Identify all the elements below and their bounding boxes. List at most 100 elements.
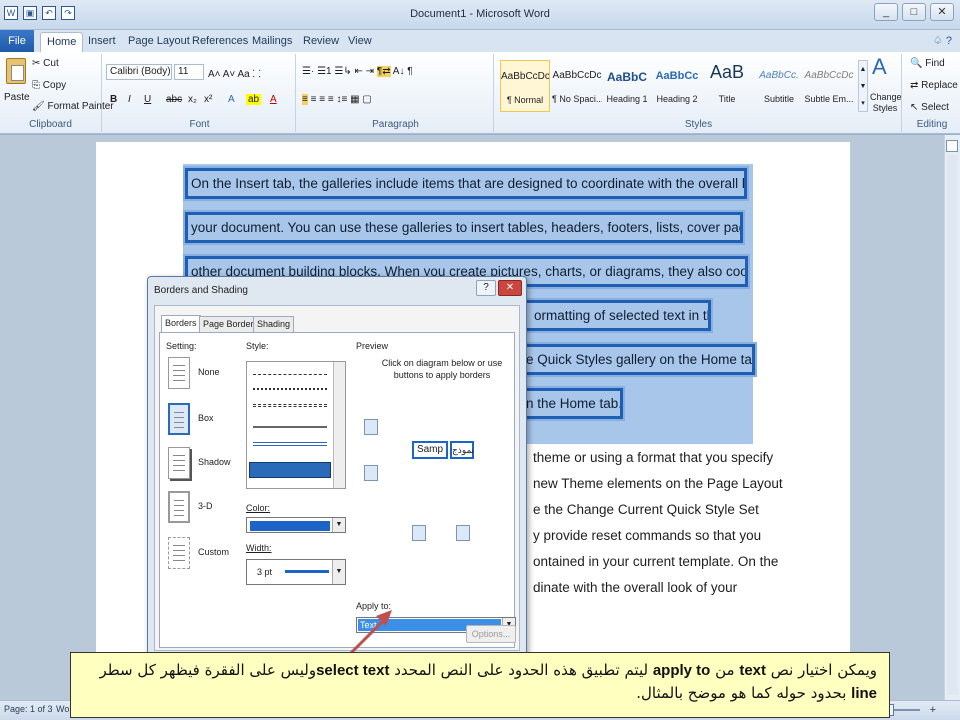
subscript-button[interactable]: x₂ bbox=[188, 94, 197, 105]
font-size-combo[interactable]: 11 bbox=[174, 64, 204, 80]
text-effects-button[interactable]: A bbox=[228, 94, 235, 105]
border-color-select[interactable]: ▼ bbox=[246, 517, 346, 533]
tab-page-layout[interactable]: Page Layout bbox=[122, 32, 196, 52]
style-name: Title bbox=[718, 94, 736, 104]
tab-file[interactable]: File bbox=[0, 30, 34, 52]
color-swatch bbox=[250, 521, 330, 531]
copy-label: Copy bbox=[42, 80, 67, 91]
select-button[interactable]: ↖ Select bbox=[910, 102, 949, 113]
annotation-arrow bbox=[346, 610, 392, 658]
highlight-icon[interactable]: ab bbox=[246, 94, 262, 105]
dialog-help-button[interactable]: ? bbox=[476, 280, 496, 296]
body-text-line: new Theme elements on the Page Layout bbox=[533, 476, 783, 491]
cut-button[interactable]: ✂ Cut bbox=[32, 58, 59, 69]
style-title[interactable]: AaB Title bbox=[702, 60, 752, 112]
tab-page-border[interactable]: Page Border bbox=[199, 316, 258, 332]
style-heading-2[interactable]: AaBbCc Heading 2 bbox=[652, 60, 702, 112]
scrollbar-thumb[interactable] bbox=[947, 155, 958, 695]
paste-icon[interactable] bbox=[6, 58, 26, 84]
setting-box-label[interactable]: Box bbox=[198, 413, 214, 423]
view-ruler-icon[interactable] bbox=[946, 140, 958, 152]
border-style-dashed[interactable] bbox=[253, 374, 327, 375]
border-style-double-dash[interactable] bbox=[253, 404, 327, 407]
strikethrough-button[interactable]: abc bbox=[166, 94, 182, 105]
setting-shadow-label[interactable]: Shadow bbox=[198, 457, 231, 467]
style-list-scrollbar[interactable] bbox=[333, 362, 345, 488]
tab-mailings[interactable]: Mailings bbox=[246, 32, 298, 52]
tab-home[interactable]: Home bbox=[40, 32, 84, 52]
font-name-combo[interactable]: Calibri (Body) bbox=[106, 64, 172, 80]
bottom-border-button[interactable] bbox=[364, 465, 378, 481]
style-sample: AaBbCcDc bbox=[804, 70, 854, 81]
border-style-double[interactable] bbox=[253, 442, 327, 446]
preview-sample[interactable]: Samp bbox=[412, 441, 448, 459]
border-width-select[interactable]: 3 pt ▼ bbox=[246, 559, 346, 585]
font-color-button[interactable]: A bbox=[270, 94, 277, 105]
bordered-text-line[interactable]: On the Insert tab, the galleries include… bbox=[183, 166, 749, 201]
maximize-button[interactable]: □ bbox=[902, 3, 926, 21]
callout-keyword: line bbox=[851, 685, 877, 702]
styles-scroll-buttons[interactable]: ▲ ▼ ▾ bbox=[858, 60, 868, 112]
list-buttons[interactable]: ☰· ☰1 ☰↳ ⇤ ⇥ ¶⇄ A↓ ¶ bbox=[302, 66, 413, 77]
tab-review[interactable]: Review bbox=[297, 32, 345, 52]
page-count[interactable]: Page: 1 of 3 bbox=[4, 704, 53, 714]
left-border-button[interactable] bbox=[412, 525, 426, 541]
tab-borders[interactable]: Borders bbox=[161, 315, 201, 332]
style-sample: AaB bbox=[709, 62, 745, 82]
setting-none-label[interactable]: None bbox=[198, 367, 220, 377]
alignment-buttons[interactable]: ≡ ≡ ≡ ≡ ↕≡ ▦ ▢ bbox=[302, 94, 372, 105]
border-style-solid[interactable] bbox=[253, 426, 327, 428]
style-no-spacing[interactable]: AaBbCcDc ¶ No Spaci... bbox=[552, 60, 602, 112]
setting-none-icon[interactable] bbox=[168, 357, 190, 389]
setting-shadow-icon[interactable] bbox=[168, 447, 190, 479]
style-name: ¶ No Spaci... bbox=[552, 94, 602, 104]
setting-3d-label[interactable]: 3-D bbox=[198, 501, 213, 511]
close-window-button[interactable]: ✕ bbox=[930, 3, 954, 21]
style-normal[interactable]: AaBbCcDc ¶ Normal bbox=[500, 60, 550, 112]
setting-custom-label[interactable]: Custom bbox=[198, 547, 229, 557]
format-painter-button[interactable]: 🖌 Format Painter bbox=[32, 101, 114, 112]
minimize-button[interactable]: _ bbox=[874, 3, 898, 21]
tab-insert[interactable]: Insert bbox=[82, 32, 122, 52]
tab-references[interactable]: References bbox=[186, 32, 254, 52]
top-border-button[interactable] bbox=[364, 419, 378, 435]
replace-button[interactable]: ⇄ Replace bbox=[910, 80, 958, 91]
copy-button[interactable]: ⎘ Copy bbox=[32, 80, 66, 91]
style-sample: AaBbCc bbox=[655, 70, 699, 82]
bold-button[interactable]: B bbox=[110, 94, 117, 105]
chevron-down-icon[interactable]: ▼ bbox=[332, 518, 345, 532]
options-button[interactable]: Options... bbox=[466, 625, 516, 643]
chevron-down-icon[interactable]: ▼ bbox=[332, 560, 345, 584]
border-style-dash-dot[interactable] bbox=[253, 388, 327, 390]
superscript-button[interactable]: x² bbox=[204, 94, 212, 105]
paste-button[interactable]: Paste bbox=[4, 92, 30, 103]
change-styles-icon[interactable]: A bbox=[872, 54, 887, 80]
border-style-selected[interactable] bbox=[249, 462, 331, 478]
width-value: 3 pt bbox=[257, 567, 273, 577]
underline-button[interactable]: U bbox=[144, 94, 151, 105]
find-button[interactable]: 🔍 Find bbox=[910, 58, 945, 69]
grow-shrink-font-buttons[interactable]: A˄ A˅ Aa ⸬ bbox=[208, 66, 261, 80]
italic-button[interactable]: I bbox=[128, 94, 131, 105]
border-style-list[interactable] bbox=[246, 361, 346, 489]
style-subtle-emphasis[interactable]: AaBbCcDc Subtle Em... bbox=[804, 60, 854, 112]
change-styles-button[interactable]: Change Styles bbox=[870, 92, 902, 114]
setting-3d-icon[interactable] bbox=[168, 491, 190, 523]
preview-label: Preview bbox=[356, 341, 389, 351]
vertical-scrollbar[interactable] bbox=[944, 135, 960, 700]
setting-box-icon[interactable] bbox=[168, 403, 190, 435]
dialog-close-button[interactable]: ✕ bbox=[498, 280, 522, 296]
style-subtitle[interactable]: AaBbCc. Subtitle bbox=[754, 60, 804, 112]
right-border-button[interactable] bbox=[456, 525, 470, 541]
word-count[interactable]: Wo bbox=[56, 704, 69, 714]
zoom-in-icon[interactable]: + bbox=[930, 704, 936, 716]
tab-view[interactable]: View bbox=[342, 32, 378, 52]
style-heading-1[interactable]: AaBbC Heading 1 bbox=[602, 60, 652, 112]
tab-shading[interactable]: Shading bbox=[253, 316, 295, 332]
style-name: Subtitle bbox=[763, 94, 795, 104]
preview-sample-arabic[interactable]: نموذج bbox=[450, 441, 474, 459]
bordered-text-line[interactable]: your document. You can use these galleri… bbox=[183, 210, 745, 245]
styles-group: AaBbCcDc ¶ Normal AaBbCcDc ¶ No Spaci...… bbox=[496, 54, 902, 132]
help-icon[interactable]: ♤ ? bbox=[933, 34, 952, 47]
setting-custom-icon[interactable] bbox=[168, 537, 190, 569]
